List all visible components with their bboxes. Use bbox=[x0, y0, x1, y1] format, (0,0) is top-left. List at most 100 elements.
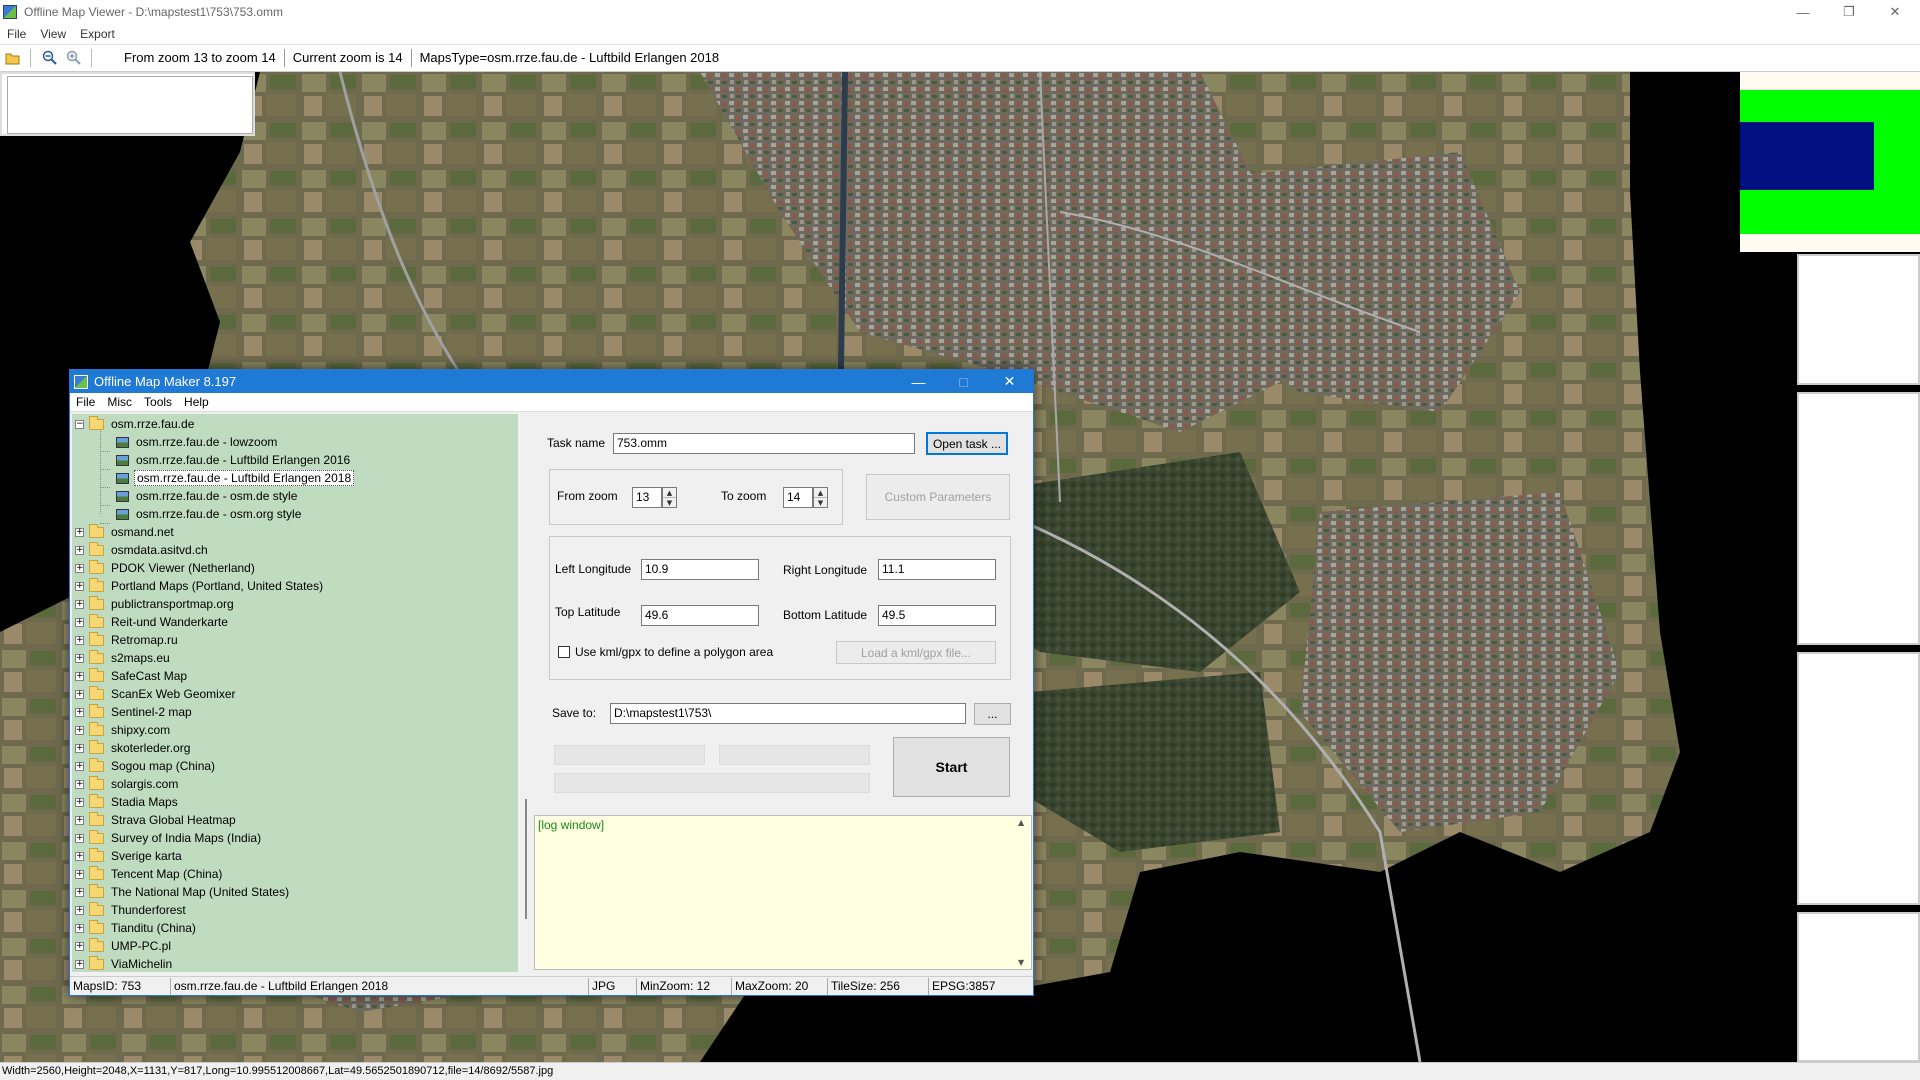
omm-close-button[interactable]: ✕ bbox=[987, 370, 1032, 393]
browse-button[interactable]: ... bbox=[974, 703, 1011, 725]
tree-folder[interactable]: + skoterleder.org bbox=[72, 739, 192, 757]
tree-folder[interactable]: + PDOK Viewer (Netherland) bbox=[72, 559, 257, 577]
expand-icon[interactable]: + bbox=[75, 761, 84, 771]
tree-folder-open[interactable]: − osm.rrze.fau.de bbox=[72, 415, 196, 433]
expand-icon[interactable]: + bbox=[75, 923, 84, 933]
collapse-icon[interactable]: − bbox=[75, 419, 84, 429]
omm-titlebar[interactable]: Offline Map Maker 8.197 — □ ✕ bbox=[70, 370, 1033, 393]
expand-icon[interactable]: + bbox=[75, 689, 84, 699]
omm-minimize-button[interactable]: — bbox=[896, 370, 941, 393]
save-to-input[interactable]: D:\mapstest1\753\ bbox=[610, 703, 966, 724]
tree-folder[interactable]: + Survey of India Maps (India) bbox=[72, 829, 263, 847]
tree-folder[interactable]: + Reit-und Wanderkarte bbox=[72, 613, 230, 631]
scroll-up-icon[interactable]: ▲ bbox=[1018, 818, 1024, 827]
close-button[interactable]: ✕ bbox=[1872, 0, 1918, 24]
tree-folder[interactable]: + SafeCast Map bbox=[72, 667, 189, 685]
expand-icon[interactable]: + bbox=[75, 851, 84, 861]
from-zoom-input[interactable]: 13 bbox=[632, 487, 662, 508]
omm-menu-misc[interactable]: Misc bbox=[101, 395, 138, 409]
tree-item[interactable]: osm.rrze.fau.de - osm.de style bbox=[100, 487, 299, 506]
tree-folder[interactable]: + Sverige karta bbox=[72, 847, 184, 865]
tree-folder[interactable]: + Thunderforest bbox=[72, 901, 188, 919]
expand-icon[interactable]: + bbox=[75, 581, 84, 591]
tree-folder[interactable]: + Strava Global Heatmap bbox=[72, 811, 238, 829]
expand-icon[interactable]: + bbox=[75, 887, 84, 897]
expand-icon[interactable]: + bbox=[75, 941, 84, 951]
tree-folder[interactable]: + The National Map (United States) bbox=[72, 883, 291, 901]
tree-folder[interactable]: + osmdata.asitvd.ch bbox=[72, 541, 210, 559]
tree-folder[interactable]: + shipxy.com bbox=[72, 721, 172, 739]
tree-item[interactable]: osm.rrze.fau.de - Luftbild Erlangen 2016 bbox=[100, 451, 352, 470]
expand-icon[interactable]: + bbox=[75, 671, 84, 681]
open-folder-button[interactable] bbox=[2, 47, 24, 69]
tree-folder[interactable]: + ViaMichelin bbox=[72, 955, 174, 972]
expand-icon[interactable]: + bbox=[75, 959, 84, 969]
scroll-down-icon[interactable]: ▼ bbox=[1018, 958, 1024, 967]
bottom-latitude-input[interactable]: 49.5 bbox=[878, 605, 996, 626]
tree-folder[interactable]: + s2maps.eu bbox=[72, 649, 172, 667]
toolbar-separator bbox=[91, 49, 92, 67]
tree-folder[interactable]: + solargis.com bbox=[72, 775, 180, 793]
menu-file[interactable]: File bbox=[0, 27, 33, 41]
expand-icon[interactable]: + bbox=[75, 797, 84, 807]
spin-down-icon[interactable]: ▼ bbox=[663, 498, 676, 508]
expand-icon[interactable]: + bbox=[75, 527, 84, 537]
expand-icon[interactable]: + bbox=[75, 707, 84, 717]
scrollbar-thumb[interactable] bbox=[525, 799, 527, 919]
omm-menu-tools[interactable]: Tools bbox=[138, 395, 178, 409]
from-zoom-spinner[interactable]: ▲ ▼ bbox=[662, 487, 677, 508]
start-button[interactable]: Start bbox=[893, 737, 1010, 797]
expand-icon[interactable]: + bbox=[75, 653, 84, 663]
top-latitude-input[interactable]: 49.6 bbox=[641, 605, 759, 626]
tree-folder[interactable]: + UMP-PC.pl bbox=[72, 937, 173, 955]
left-longitude-input[interactable]: 10.9 bbox=[641, 559, 759, 580]
task-name-input[interactable]: 753.omm bbox=[613, 433, 915, 454]
spin-up-icon[interactable]: ▲ bbox=[814, 488, 827, 498]
tree-folder[interactable]: + ScanEx Web Geomixer bbox=[72, 685, 238, 703]
tree-item-selected[interactable]: osm.rrze.fau.de - Luftbild Erlangen 2018 bbox=[100, 469, 355, 488]
menu-export[interactable]: Export bbox=[73, 27, 122, 41]
zoom-in-button[interactable] bbox=[63, 47, 85, 69]
expand-icon[interactable]: + bbox=[75, 905, 84, 915]
expand-icon[interactable]: + bbox=[75, 779, 84, 789]
minimize-button[interactable]: — bbox=[1780, 0, 1826, 24]
expand-icon[interactable]: + bbox=[75, 815, 84, 825]
restore-button[interactable]: ❐ bbox=[1826, 0, 1872, 24]
expand-icon[interactable]: + bbox=[75, 833, 84, 843]
tree-item[interactable]: osm.rrze.fau.de - lowzoom bbox=[100, 433, 279, 452]
overview-current-view[interactable] bbox=[1740, 122, 1874, 190]
expand-icon[interactable]: + bbox=[75, 725, 84, 735]
tree-folder[interactable]: + Stadia Maps bbox=[72, 793, 180, 811]
log-window[interactable]: [log window] ▲ ▼ bbox=[534, 815, 1032, 970]
tree-folder[interactable]: + Tencent Map (China) bbox=[72, 865, 224, 883]
spin-up-icon[interactable]: ▲ bbox=[663, 488, 676, 498]
tree-folder[interactable]: + Retromap.ru bbox=[72, 631, 180, 649]
omm-menu-help[interactable]: Help bbox=[178, 395, 215, 409]
tree-item[interactable]: osm.rrze.fau.de - osm.org style bbox=[100, 505, 303, 524]
zoom-out-button[interactable] bbox=[39, 47, 61, 69]
tree-folder[interactable]: + osmand.net bbox=[72, 523, 176, 541]
kml-checkbox[interactable] bbox=[558, 646, 570, 658]
tree-folder[interactable]: + publictransportmap.org bbox=[72, 595, 236, 613]
right-longitude-input[interactable]: 11.1 bbox=[878, 559, 996, 580]
expand-icon[interactable]: + bbox=[75, 563, 84, 573]
expand-icon[interactable]: + bbox=[75, 599, 84, 609]
to-zoom-spinner[interactable]: ▲ ▼ bbox=[813, 487, 828, 508]
expand-icon[interactable]: + bbox=[75, 545, 84, 555]
open-task-button[interactable]: Open task ... bbox=[926, 432, 1008, 455]
expand-icon[interactable]: + bbox=[75, 617, 84, 627]
expand-icon[interactable]: + bbox=[75, 743, 84, 753]
tree-folder[interactable]: + Sentinel-2 map bbox=[72, 703, 194, 721]
spin-down-icon[interactable]: ▼ bbox=[814, 498, 827, 508]
tree-folder[interactable]: + Portland Maps (Portland, United States) bbox=[72, 577, 325, 595]
menu-view[interactable]: View bbox=[33, 27, 73, 41]
to-zoom-input[interactable]: 14 bbox=[783, 487, 813, 508]
expand-icon[interactable]: + bbox=[75, 869, 84, 879]
omm-menu-file[interactable]: File bbox=[70, 395, 101, 409]
log-scrollbar[interactable]: ▲ ▼ bbox=[1014, 816, 1031, 969]
expand-icon[interactable]: + bbox=[75, 635, 84, 645]
map-provider-tree[interactable]: − osm.rrze.fau.de osm.rrze.fau.de - lowz… bbox=[72, 414, 518, 972]
tree-folder[interactable]: + Sogou map (China) bbox=[72, 757, 217, 775]
tree-folder[interactable]: + Tianditu (China) bbox=[72, 919, 198, 937]
tree-scrollbar[interactable] bbox=[518, 414, 535, 972]
